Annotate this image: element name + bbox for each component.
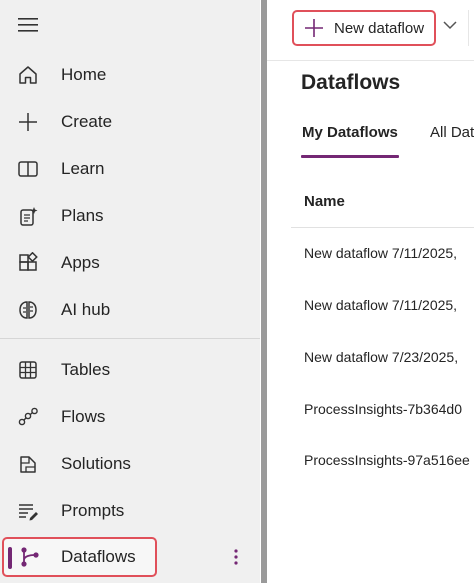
sidebar-item-label: Apps <box>61 253 100 272</box>
sidebar-item-label: AI hub <box>61 300 111 319</box>
sidebar-item-label: Tables <box>61 360 111 379</box>
solutions-icon <box>16 452 40 476</box>
sidebar-item-apps[interactable]: Apps <box>0 243 260 283</box>
sidebar-item-label: Learn <box>61 159 105 178</box>
sidebar-item-label: Plans <box>61 206 104 225</box>
book-icon <box>16 157 40 181</box>
more-vertical-icon[interactable] <box>228 544 244 570</box>
sidebar-item-prompts[interactable]: Prompts <box>0 491 260 531</box>
table-row[interactable]: ProcessInsights-7b364d0 <box>304 401 462 417</box>
apps-icon <box>16 251 40 275</box>
flows-icon <box>16 405 40 429</box>
table-row[interactable]: New dataflow 7/11/2025, <box>304 245 457 261</box>
sidebar: Home Create Learn Plans Apps AI hub Tabl… <box>0 0 260 583</box>
sidebar-item-label: Prompts <box>61 501 125 520</box>
sidebar-item-label: Create <box>61 112 113 131</box>
ai-hub-icon <box>16 298 40 322</box>
tab-my-dataflows[interactable]: My Dataflows <box>302 124 398 141</box>
sidebar-item-flows[interactable]: Flows <box>0 397 260 437</box>
table-icon <box>16 358 40 382</box>
sidebar-item-label: Flows <box>61 407 106 426</box>
selected-indicator <box>8 547 12 569</box>
sidebar-item-dataflows[interactable]: Dataflows <box>2 537 157 577</box>
sidebar-item-ai-hub[interactable]: AI hub <box>0 290 260 330</box>
hamburger-menu-icon[interactable] <box>18 17 38 33</box>
tab-all-dataflows[interactable]: All Dat <box>430 124 474 141</box>
sidebar-item-solutions[interactable]: Solutions <box>0 444 260 484</box>
header-divider <box>291 227 474 228</box>
sidebar-item-create[interactable]: Create <box>0 102 260 142</box>
sidebar-item-label: Dataflows <box>61 547 136 566</box>
chevron-down-icon[interactable] <box>442 18 458 32</box>
sidebar-scrollbar[interactable] <box>261 0 267 583</box>
sidebar-item-home[interactable]: Home <box>0 55 260 95</box>
sidebar-item-label: Solutions <box>61 454 131 473</box>
plans-icon <box>16 204 40 228</box>
sidebar-item-label: Home <box>61 65 107 84</box>
active-tab-indicator <box>301 155 399 158</box>
column-header-name[interactable]: Name <box>304 193 345 210</box>
new-dataflow-button[interactable]: New dataflow <box>292 10 436 46</box>
sidebar-divider <box>0 338 260 339</box>
table-row[interactable]: ProcessInsights-97a516ee <box>304 452 470 468</box>
prompts-icon <box>16 499 40 523</box>
table-row[interactable]: New dataflow 7/23/2025, <box>304 349 458 365</box>
toolbar-divider <box>468 10 469 46</box>
page-title: Dataflows <box>301 71 401 94</box>
plus-icon <box>16 110 40 134</box>
home-icon <box>16 63 40 87</box>
table-row[interactable]: New dataflow 7/11/2025, <box>304 297 457 313</box>
sidebar-item-learn[interactable]: Learn <box>0 149 260 189</box>
sidebar-item-tables[interactable]: Tables <box>0 350 260 390</box>
new-dataflow-label: New dataflow <box>334 20 425 37</box>
dataflows-icon <box>18 545 42 569</box>
sidebar-item-plans[interactable]: Plans <box>0 196 260 236</box>
plus-icon <box>305 19 323 37</box>
